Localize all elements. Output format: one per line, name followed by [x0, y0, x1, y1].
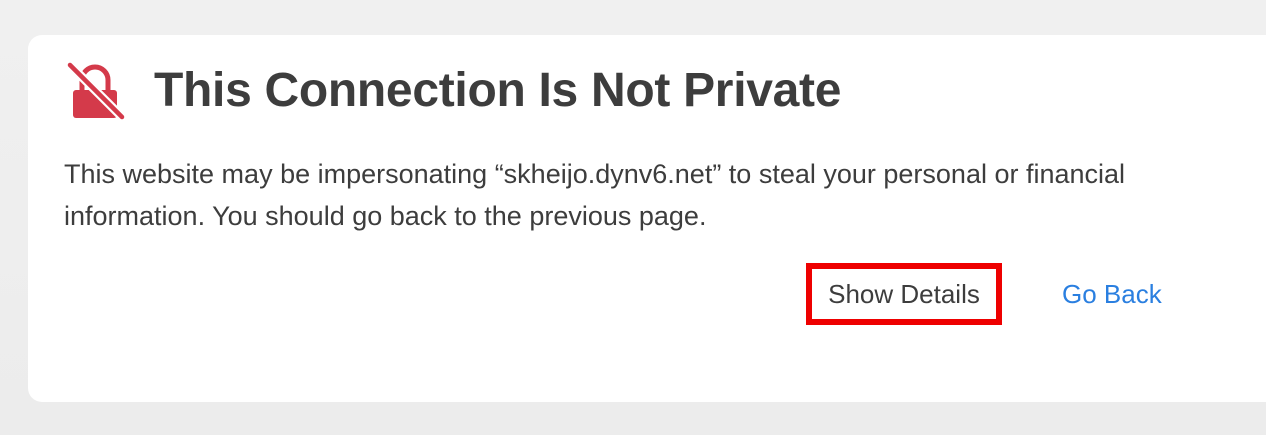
page-title: This Connection Is Not Private	[154, 64, 842, 117]
show-details-button[interactable]: Show Details	[806, 263, 1002, 325]
page: This Connection Is Not Private This webs…	[0, 0, 1266, 435]
warning-header: This Connection Is Not Private	[64, 60, 841, 122]
broken-lock-icon	[65, 60, 126, 122]
action-bar: Show Details Go Back	[806, 263, 1162, 325]
go-back-button[interactable]: Go Back	[1062, 263, 1162, 325]
warning-message: This website may be impersonating “skhei…	[64, 159, 1126, 231]
